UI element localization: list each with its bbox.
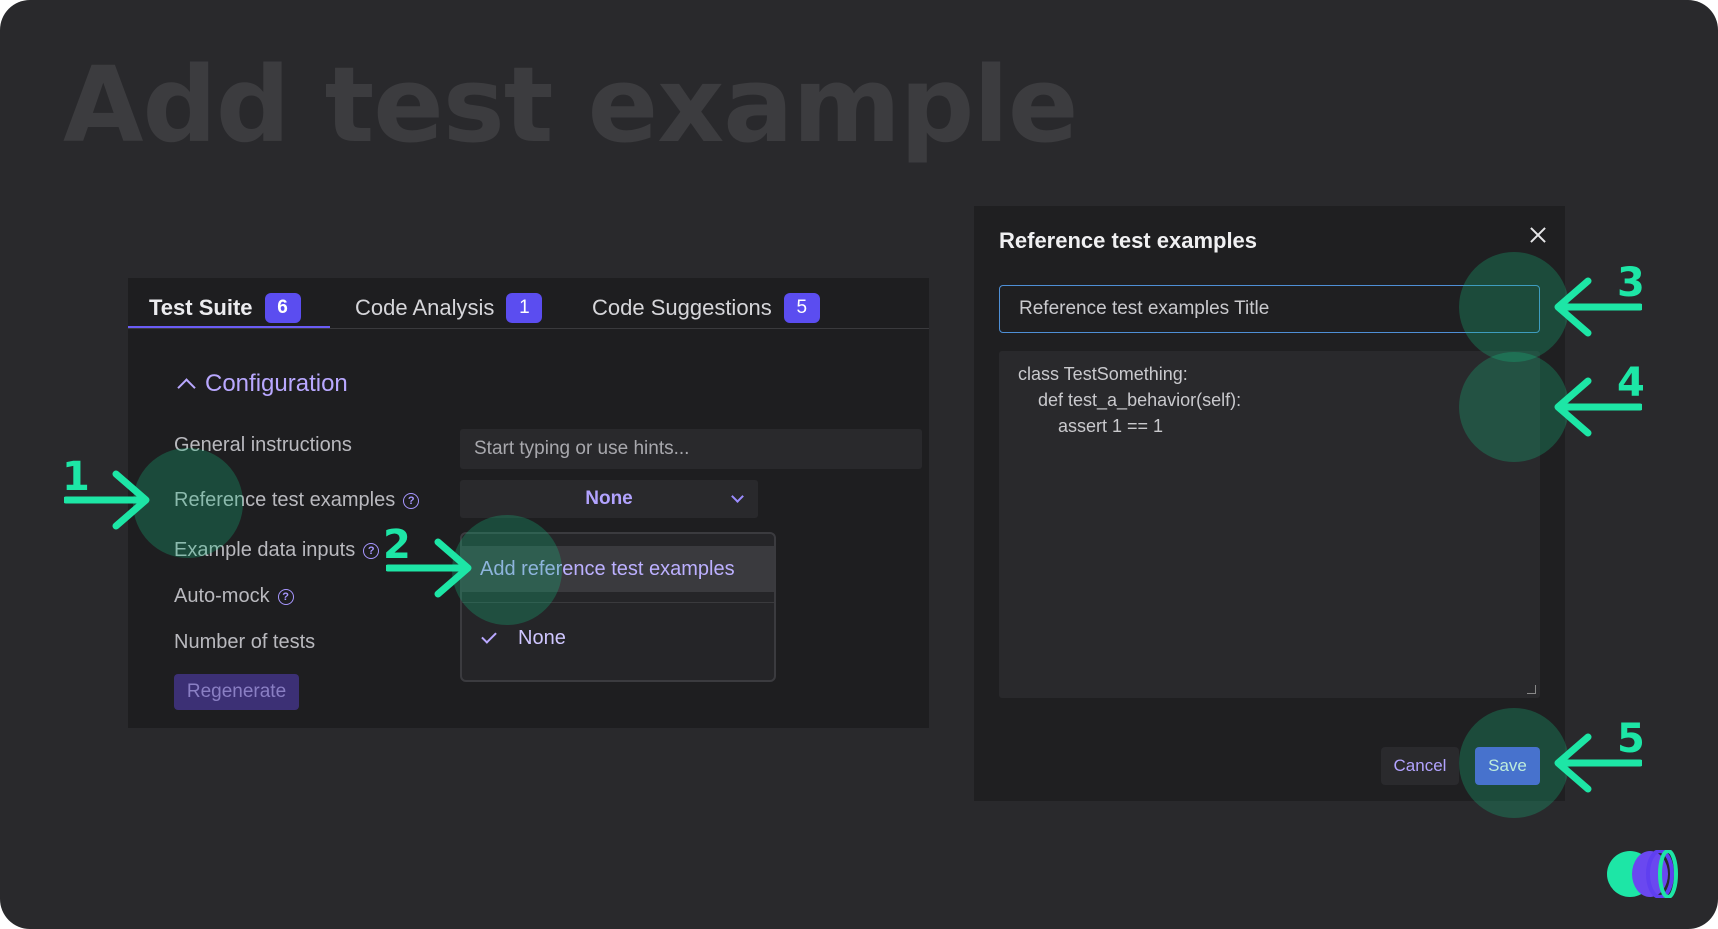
code-line: def test_a_behavior(self): [1018,390,1242,410]
arrow-icon [386,538,472,598]
tab-count-badge: 6 [264,293,301,323]
modal-title: Reference test examples [999,228,1258,253]
check-icon [481,628,497,644]
configuration-title: Configuration [205,370,348,397]
arrow-icon [64,470,150,530]
arrow-icon [1554,377,1642,437]
brand-logo [1607,850,1678,898]
tab-bar: Test Suite 6 Code Analysis 1 Code Sugges… [128,278,929,329]
arrow-icon [1554,277,1642,337]
test-suite-panel: Test Suite 6 Code Analysis 1 Code Sugges… [128,278,929,728]
chevron-down-icon [731,490,744,503]
close-icon[interactable] [1527,224,1549,246]
reference-test-examples-select[interactable]: None [460,480,758,518]
active-tab-indicator [128,326,330,328]
code-line: class TestSomething: [1018,364,1188,384]
hero-title: Add test example [63,44,1078,166]
resize-handle[interactable] [1527,685,1536,694]
help-icon[interactable]: ? [363,542,380,559]
help-icon[interactable]: ? [403,492,420,509]
number-of-tests-label: Number of tests [174,631,315,654]
code-line: assert 1 == 1 [1018,416,1164,436]
tab-label: Code Suggestions [592,295,772,320]
label-text: Auto-mock [174,585,270,607]
tab-test-suite[interactable]: Test Suite 6 [149,290,301,326]
tab-code-suggestions[interactable]: Code Suggestions 5 [592,290,820,326]
tab-count-badge: 1 [506,293,543,323]
general-instructions-input[interactable]: Start typing or use hints... [460,429,922,469]
tab-count-badge: 5 [783,293,820,323]
tab-code-analysis[interactable]: Code Analysis 1 [355,290,543,326]
tab-label: Code Analysis [355,295,495,320]
arrow-icon [1554,733,1642,793]
option-label: None [518,626,566,649]
help-icon[interactable]: ? [277,588,294,605]
cancel-button[interactable]: Cancel [1381,747,1459,785]
tab-label: Test Suite [149,295,253,320]
chevron-up-icon [177,378,196,397]
regenerate-button[interactable]: Regenerate [174,674,299,710]
select-value: None [585,488,633,509]
canvas: Add test example Test Suite 6 Code Analy… [0,0,1718,929]
configuration-toggle[interactable]: Configuration [177,370,348,398]
label-text: Number of tests [174,631,316,653]
auto-mock-label: Auto-mock ? [174,585,294,608]
